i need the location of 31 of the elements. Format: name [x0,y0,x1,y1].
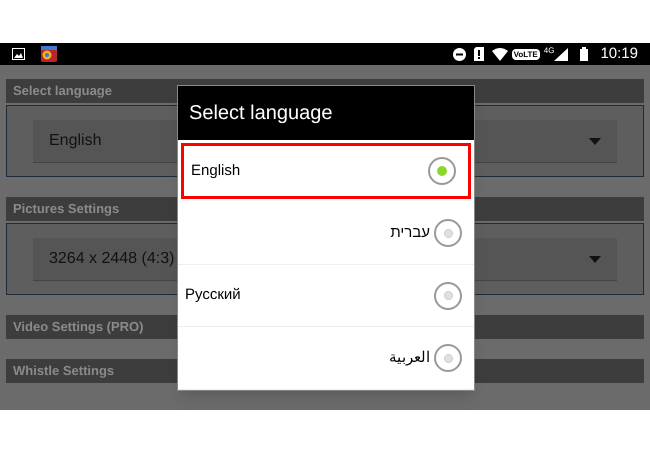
section-title: Pictures Settings [13,200,120,218]
dropdown-arrow-icon [589,256,601,262]
camera-app-icon [41,46,57,62]
sim-alert-icon [474,47,484,61]
dropdown-arrow-icon [589,138,601,144]
language-label: Русский [185,285,242,306]
language-option[interactable]: Русский [178,264,474,328]
section-title: Select language [13,82,112,100]
radio-button[interactable] [434,219,462,248]
language-label: עברית [389,222,431,243]
language-option[interactable]: עברית [178,202,474,265]
volte-indicator: VoLTE [512,48,540,60]
language-option[interactable]: العربية [178,327,474,390]
section-title: Whistle Settings [13,362,114,380]
wifi-icon [492,48,508,60]
radio-button[interactable] [428,156,456,185]
dropdown-value: English [49,131,102,151]
dropdown-value: 3264 x 2448 (4:3) [49,249,176,269]
language-option[interactable]: English [181,142,471,200]
network-type: 4G [544,45,554,57]
language-label: English [191,160,242,181]
clock: 10:19 [600,44,638,64]
section-title: Video Settings (PRO) [13,318,144,336]
language-label: العربية [388,348,431,368]
radio-button[interactable] [434,344,462,372]
dialog-title: Select language [189,100,332,126]
image-icon [12,48,25,60]
do-not-disturb-icon [452,48,466,60]
battery-icon [580,47,588,61]
radio-button[interactable] [434,282,462,310]
signal-icon [554,48,568,60]
